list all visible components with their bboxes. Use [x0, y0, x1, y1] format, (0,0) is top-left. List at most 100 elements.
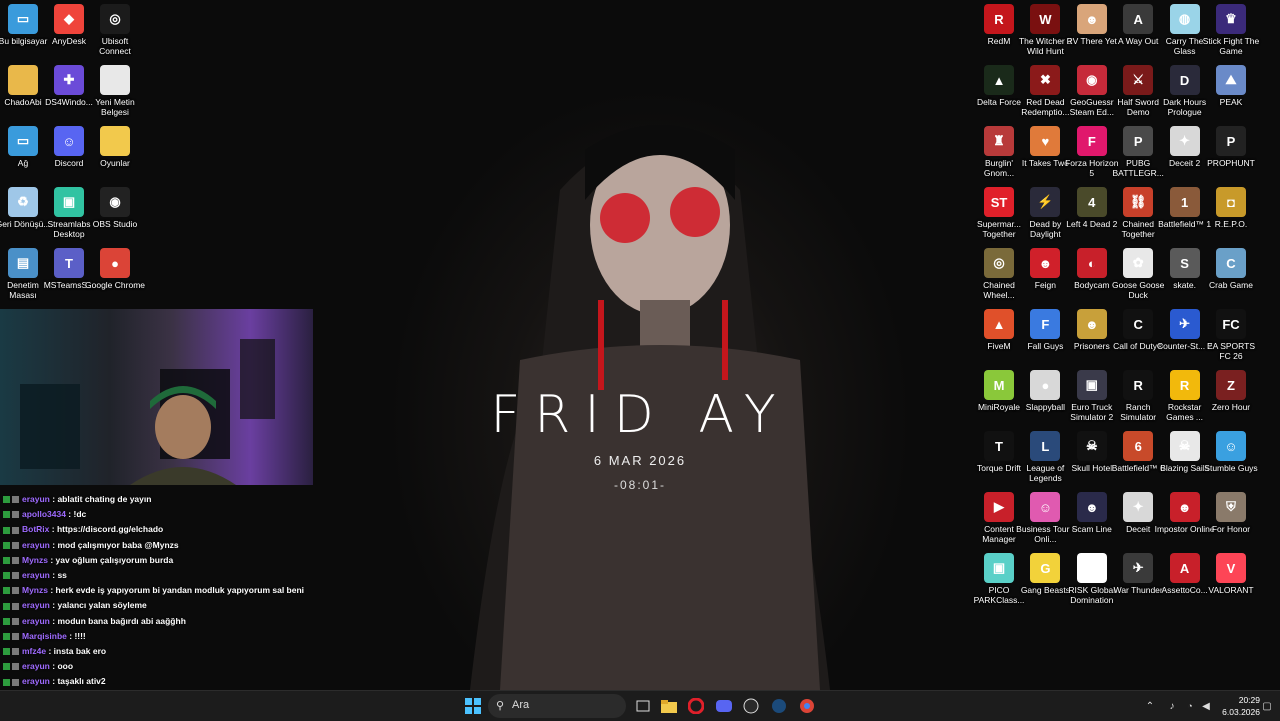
- carry-the-glass-icon: ◍: [1169, 4, 1200, 34]
- battlefield-6-icon: 6: [1123, 431, 1154, 461]
- chat-message: erayun : taşaklı ativ2: [0, 674, 320, 689]
- deceit-2-icon: ✦: [1169, 126, 1200, 156]
- folder-icon: [100, 126, 130, 156]
- it-takes-two-icon: ♥: [1030, 126, 1061, 156]
- a-way-out-icon: A: [1123, 4, 1154, 34]
- feign-icon: ☻: [1030, 248, 1061, 278]
- windows-start-icon[interactable]: [463, 696, 483, 716]
- desktop-icon-label: PROPHUNT: [1207, 158, 1255, 168]
- wallpaper-date: 6 MAR 2026: [593, 453, 687, 468]
- desktop-icon-label: OBS Studio: [92, 219, 138, 229]
- badge-icon: [12, 557, 19, 564]
- desktop-icon[interactable]: P PROPHUNT: [1201, 126, 1261, 168]
- desktop-icon[interactable]: V VALORANT: [1201, 553, 1261, 595]
- euro-truck-icon: ▣: [1076, 370, 1107, 400]
- subscriber-badge-icon: [3, 602, 10, 610]
- desktop-icon-label: Stumble Guys: [1204, 463, 1258, 473]
- tray-chevron-icon[interactable]: ⌃: [1140, 696, 1160, 716]
- tray-time: 20:29: [1238, 695, 1260, 705]
- scam-line-icon: ☻: [1076, 492, 1107, 522]
- subscriber-badge-icon: [3, 648, 10, 656]
- chat-separator: :: [65, 509, 74, 520]
- ranch-simulator-icon: R: [1123, 370, 1154, 400]
- desktop-icon-label: For Honor: [1211, 524, 1251, 534]
- dark-hours-icon: D: [1169, 65, 1200, 95]
- risk-icon: R: [1076, 553, 1107, 583]
- ea-fc-icon: FC: [1216, 309, 1246, 339]
- desktop-icon[interactable]: Oyunlar: [85, 126, 145, 168]
- wallpaper-time: -08:01-: [613, 478, 667, 492]
- desktop-icon[interactable]: C Crab Game: [1201, 248, 1261, 290]
- tray-clock[interactable]: 20:29 6.03.2026: [1212, 694, 1260, 718]
- business-tour-icon: ☺: [1030, 492, 1061, 522]
- chat-username: apollo3434: [22, 509, 66, 520]
- desktop-icon-label: R.E.P.O.: [1214, 219, 1248, 229]
- crab-game-icon: C: [1216, 248, 1246, 278]
- geoguessr-icon: ◉: [1076, 65, 1107, 95]
- network-icon: ▭: [8, 126, 38, 156]
- task-view-icon[interactable]: [633, 696, 653, 716]
- control-panel-icon: ▤: [8, 248, 38, 278]
- desktop-icon[interactable]: ◎ Ubisoft Connect: [85, 4, 145, 56]
- tray-date: 6.03.2026: [1222, 707, 1260, 717]
- chat-username: erayun: [22, 600, 50, 611]
- blazing-sails-icon: ☠: [1169, 431, 1200, 461]
- obs-icon: ◉: [100, 187, 130, 217]
- search-placeholder: Ara: [512, 699, 530, 711]
- pico-park-icon: ▣: [984, 553, 1014, 583]
- this-pc-icon: ▭: [8, 4, 38, 34]
- desktop-icon-label: Google Chrome: [85, 280, 146, 290]
- witcher-icon: W: [1030, 4, 1061, 34]
- desktop-icon[interactable]: ● Google Chrome: [85, 248, 145, 290]
- file-explorer-icon[interactable]: [659, 696, 679, 716]
- wallpaper-day: FRID AY: [490, 385, 790, 445]
- badge-icon: [12, 496, 19, 504]
- chrome-taskbar-icon[interactable]: [797, 696, 817, 716]
- teams-icon: T: [54, 248, 84, 278]
- chat-text: ss: [57, 569, 67, 580]
- desktop-icon-label: Yeni Metin Belgesi: [95, 97, 135, 117]
- chat-text: mod çalışmıyor baba @Mynzs: [57, 539, 179, 550]
- chrome-icon: ●: [100, 248, 130, 278]
- discord-taskbar-icon[interactable]: [714, 696, 734, 716]
- subscriber-badge-icon: [3, 617, 10, 625]
- chat-username: mfz4e: [22, 645, 47, 656]
- search-icon: ⚲: [496, 700, 505, 712]
- desktop-icon[interactable]: ◘ R.E.P.O.: [1201, 187, 1261, 229]
- desktop-icon-label: Crab Game: [1209, 280, 1253, 290]
- badge-icon: [12, 511, 19, 519]
- notification-icon[interactable]: ▢: [1257, 696, 1277, 716]
- chat-text: https://discord.gg/elchado: [56, 524, 164, 535]
- chat-text: taşaklı ativ2: [57, 676, 106, 687]
- badge-icon: [12, 678, 19, 686]
- call-of-duty-icon: C: [1123, 309, 1154, 339]
- chat-username: BotRix: [22, 524, 50, 535]
- chat-message: erayun : ooo: [0, 659, 320, 674]
- chat-username: erayun: [22, 676, 50, 687]
- desktop-icon[interactable]: FC EA SPORTS FC 26: [1201, 309, 1261, 361]
- desktop-icon[interactable]: Yeni Metin Belgesi: [85, 65, 145, 117]
- chat-message: Mynzs : yav oğlum çalışıyorum burda: [0, 553, 320, 568]
- chat-text: !dc: [73, 509, 87, 520]
- badge-icon: [12, 617, 19, 625]
- chat-username: erayun: [22, 615, 50, 626]
- desktop-icon[interactable]: ⛨ For Honor: [1201, 492, 1261, 534]
- chat-text: yav oğlum çalışıyorum burda: [55, 554, 174, 565]
- repo-icon: ◘: [1216, 187, 1246, 217]
- chat-username: erayun: [22, 569, 50, 580]
- taskbar: ⚲ Ara ⌃ ♪ ◔ ◀ 20:29 6.03.2026 ▢: [0, 690, 1280, 721]
- chat-message: mfz4e : insta bak ero: [0, 644, 320, 659]
- desktop-icon[interactable]: ♛ Stick Fight The Game: [1201, 4, 1261, 56]
- badge-icon: [12, 572, 19, 580]
- obs-taskbar-icon[interactable]: [741, 696, 761, 716]
- steam-taskbar-icon[interactable]: [769, 696, 789, 716]
- chat-text: yalancı yalan söyleme: [57, 600, 147, 611]
- taskbar-search[interactable]: ⚲ Ara: [488, 694, 626, 718]
- desktop-icon[interactable]: Z Zero Hour: [1201, 370, 1261, 412]
- desktop-icon[interactable]: ⛰ PEAK: [1201, 65, 1261, 107]
- skate-icon: S: [1169, 248, 1200, 278]
- desktop-icon[interactable]: ◉ OBS Studio: [85, 187, 145, 229]
- desktop-icon[interactable]: ☺ Stumble Guys: [1201, 431, 1261, 473]
- microphone-icon[interactable]: ♪: [1162, 696, 1182, 716]
- opera-icon[interactable]: [686, 696, 706, 716]
